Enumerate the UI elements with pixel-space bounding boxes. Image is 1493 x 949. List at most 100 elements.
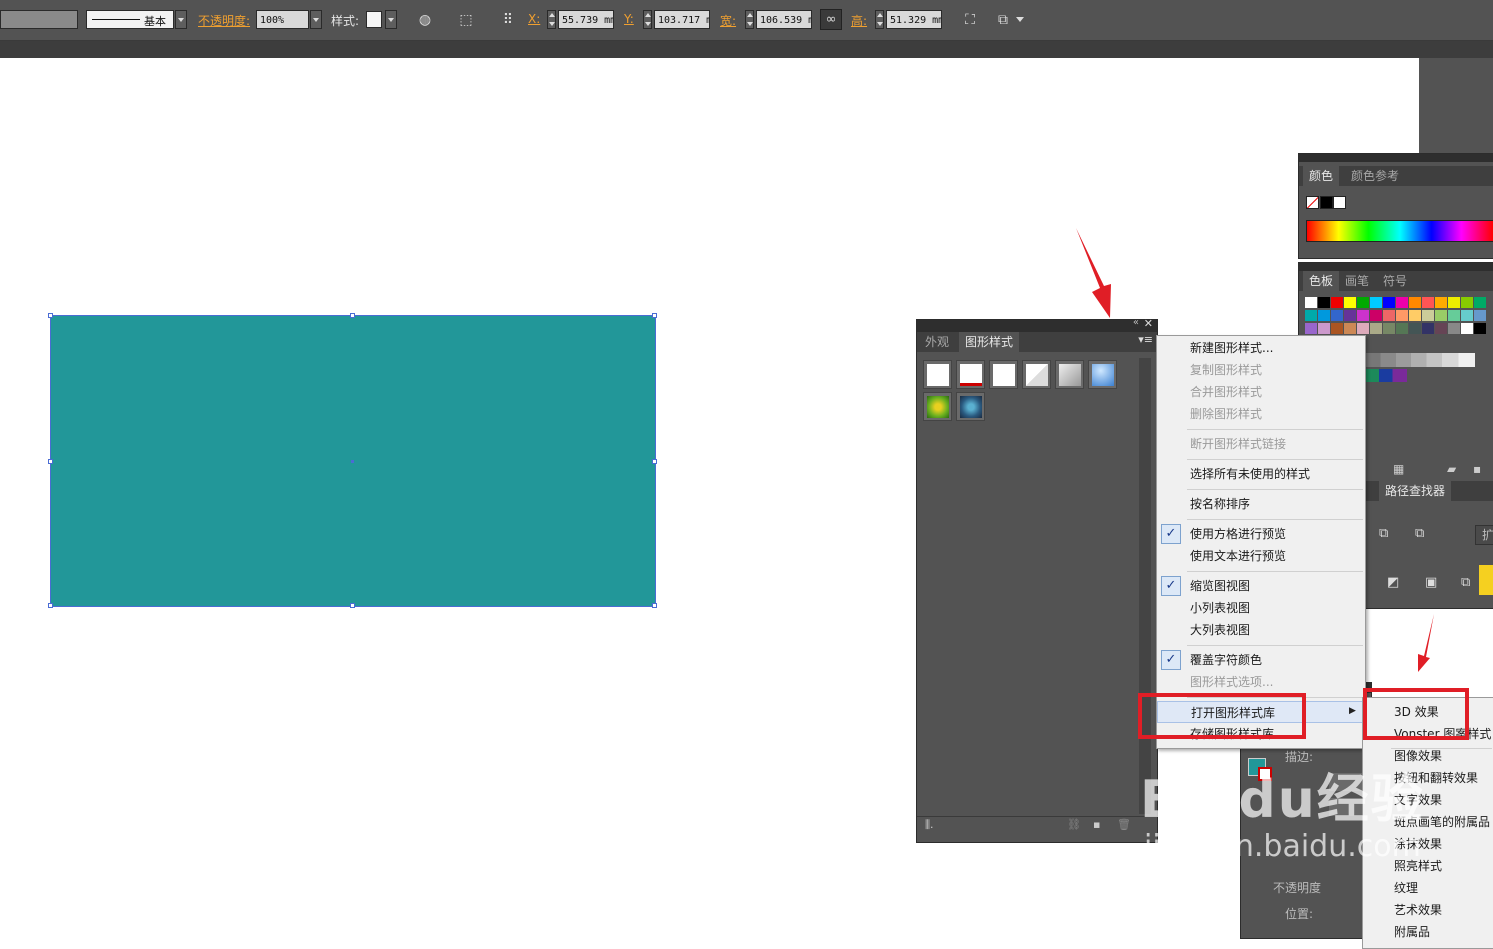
white-swatch[interactable] bbox=[1333, 196, 1346, 209]
constrain-link-icon[interactable]: ∞ bbox=[820, 9, 842, 30]
menu-thumbnail-view[interactable]: 缩览图视图 bbox=[1157, 575, 1363, 597]
panel-titlebar[interactable]: « ✕ bbox=[917, 317, 1157, 332]
color-swatch[interactable] bbox=[1370, 310, 1382, 321]
color-swatch[interactable] bbox=[1383, 297, 1395, 308]
style-arrow[interactable] bbox=[385, 10, 397, 29]
reference-point-icon[interactable]: ⠿ bbox=[498, 10, 518, 30]
color-swatch[interactable] bbox=[1331, 297, 1343, 308]
tab-appearance[interactable]: 外观 bbox=[919, 332, 955, 352]
height-spinner[interactable] bbox=[875, 10, 884, 29]
color-swatch[interactable] bbox=[1370, 297, 1382, 308]
color-swatch[interactable] bbox=[1318, 297, 1330, 308]
stroke-style-dropdown[interactable]: 基本 bbox=[86, 10, 174, 29]
selection-handle[interactable] bbox=[652, 603, 657, 608]
pathfinder-minus-front-icon[interactable]: ⧉ bbox=[1379, 526, 1388, 541]
black-swatch[interactable] bbox=[1320, 196, 1333, 209]
color-swatch[interactable] bbox=[1448, 297, 1460, 308]
submenu-image-effects[interactable]: 图像效果 bbox=[1363, 745, 1493, 767]
tab-brushes[interactable]: 画笔 bbox=[1339, 271, 1375, 291]
isolate-icon[interactable]: ⧉ bbox=[993, 10, 1013, 30]
tab-pathfinder[interactable]: 路径查找器 bbox=[1379, 481, 1452, 501]
menu-preview-text[interactable]: 使用文本进行预览 bbox=[1157, 545, 1363, 567]
color-swatch[interactable] bbox=[1305, 297, 1317, 308]
color-swatch[interactable] bbox=[1461, 310, 1473, 321]
width-spinner[interactable] bbox=[745, 10, 754, 29]
style-swatch-blue-art[interactable] bbox=[956, 392, 985, 421]
isolate-arrow-icon[interactable] bbox=[1016, 17, 1024, 26]
y-spinner[interactable] bbox=[643, 10, 652, 29]
color-swatch[interactable] bbox=[1461, 297, 1473, 308]
selection-handle[interactable] bbox=[48, 603, 53, 608]
menu-sort-by-name[interactable]: 按名称排序 bbox=[1157, 493, 1363, 515]
tab-color[interactable]: 颜色 bbox=[1303, 166, 1340, 186]
color-swatch[interactable] bbox=[1357, 297, 1369, 308]
color-swatch[interactable] bbox=[1474, 323, 1486, 334]
color-swatch[interactable] bbox=[1435, 323, 1447, 334]
style-swatch-white[interactable] bbox=[989, 360, 1018, 389]
color-swatch[interactable] bbox=[1344, 297, 1356, 308]
color-swatch[interactable] bbox=[1344, 310, 1356, 321]
color-swatch[interactable] bbox=[1331, 310, 1343, 321]
style-swatch[interactable] bbox=[366, 11, 382, 28]
style-swatch-gradient[interactable] bbox=[1055, 360, 1084, 389]
opacity-label[interactable]: 不透明度: bbox=[198, 12, 250, 29]
new-color-group-icon[interactable]: ▰ bbox=[1447, 462, 1456, 476]
panel-scrollbar[interactable] bbox=[1139, 358, 1151, 814]
color-swatch[interactable] bbox=[1305, 323, 1317, 334]
color-swatch[interactable] bbox=[1331, 323, 1343, 334]
menu-style-options[interactable]: 图形样式选项... bbox=[1157, 671, 1363, 693]
selection-handle[interactable] bbox=[48, 313, 53, 318]
color-swatch[interactable] bbox=[1383, 310, 1395, 321]
color-swatch[interactable] bbox=[1448, 310, 1460, 321]
color-swatch[interactable] bbox=[1409, 323, 1421, 334]
selection-handle[interactable] bbox=[350, 603, 355, 608]
color-swatch[interactable] bbox=[1357, 310, 1369, 321]
menu-select-unused[interactable]: 选择所有未使用的样式 bbox=[1157, 463, 1363, 485]
new-swatch-icon[interactable]: ▪ bbox=[1473, 462, 1481, 476]
recolor-icon[interactable]: ◍ bbox=[415, 10, 435, 30]
color-swatch[interactable] bbox=[1357, 323, 1369, 334]
style-swatch-double[interactable] bbox=[1022, 360, 1051, 389]
selection-handle[interactable] bbox=[350, 313, 355, 318]
menu-override-char-color[interactable]: 覆盖字符颜色 bbox=[1157, 649, 1363, 671]
menu-preview-square[interactable]: 使用方格进行预览 bbox=[1157, 523, 1363, 545]
y-input[interactable]: 103.717 mm bbox=[654, 10, 710, 29]
panel-menu-icon[interactable]: ▾≡ bbox=[1138, 333, 1153, 346]
color-swatch[interactable] bbox=[1448, 323, 1460, 334]
submenu-additive[interactable]: 附属品 bbox=[1363, 921, 1493, 943]
none-color-swatch[interactable] bbox=[1306, 196, 1319, 209]
color-swatch[interactable] bbox=[1396, 310, 1408, 321]
color-swatch[interactable] bbox=[1318, 323, 1330, 334]
fill-color-dropdown[interactable] bbox=[0, 10, 78, 29]
color-swatch[interactable] bbox=[1370, 323, 1382, 334]
color-swatch[interactable] bbox=[1396, 297, 1408, 308]
close-icon[interactable]: ✕ bbox=[1144, 317, 1153, 330]
menu-large-list-view[interactable]: 大列表视图 bbox=[1157, 619, 1363, 641]
color-swatch[interactable] bbox=[1383, 323, 1395, 334]
style-swatch-default[interactable] bbox=[923, 360, 952, 389]
tab-swatches[interactable]: 色板 bbox=[1303, 271, 1340, 291]
menu-small-list-view[interactable]: 小列表视图 bbox=[1157, 597, 1363, 619]
submenu-artistic-effects[interactable]: 艺术效果 bbox=[1363, 899, 1493, 921]
height-input[interactable]: 51.329 mm bbox=[886, 10, 942, 29]
tab-color-guide[interactable]: 颜色参考 bbox=[1345, 166, 1405, 186]
pathfinder-merge-icon[interactable]: ⧉ bbox=[1461, 575, 1470, 590]
stroke-style-arrow[interactable] bbox=[175, 10, 187, 29]
color-swatch[interactable] bbox=[1422, 310, 1434, 321]
x-input[interactable]: 55.739 mm bbox=[558, 10, 614, 29]
style-swatch-blue[interactable] bbox=[1088, 360, 1117, 389]
style-library-icon[interactable]: ⫼. bbox=[925, 818, 934, 832]
color-swatch[interactable] bbox=[1396, 323, 1408, 334]
color-swatch[interactable] bbox=[1409, 297, 1421, 308]
style-swatch-stroke[interactable] bbox=[956, 360, 985, 389]
break-link-icon[interactable]: ⛓ bbox=[1067, 818, 1081, 831]
opacity-arrow[interactable] bbox=[310, 10, 322, 29]
selection-handle[interactable] bbox=[652, 313, 657, 318]
color-swatch[interactable] bbox=[1474, 297, 1486, 308]
color-swatch[interactable] bbox=[1422, 297, 1434, 308]
menu-merge-style[interactable]: 合并图形样式 bbox=[1157, 381, 1363, 403]
color-swatch[interactable] bbox=[1318, 310, 1330, 321]
color-swatch[interactable] bbox=[1305, 310, 1317, 321]
menu-break-link[interactable]: 断开图形样式链接 bbox=[1157, 433, 1363, 455]
pathfinder-trim-icon[interactable]: ▣ bbox=[1425, 575, 1437, 590]
